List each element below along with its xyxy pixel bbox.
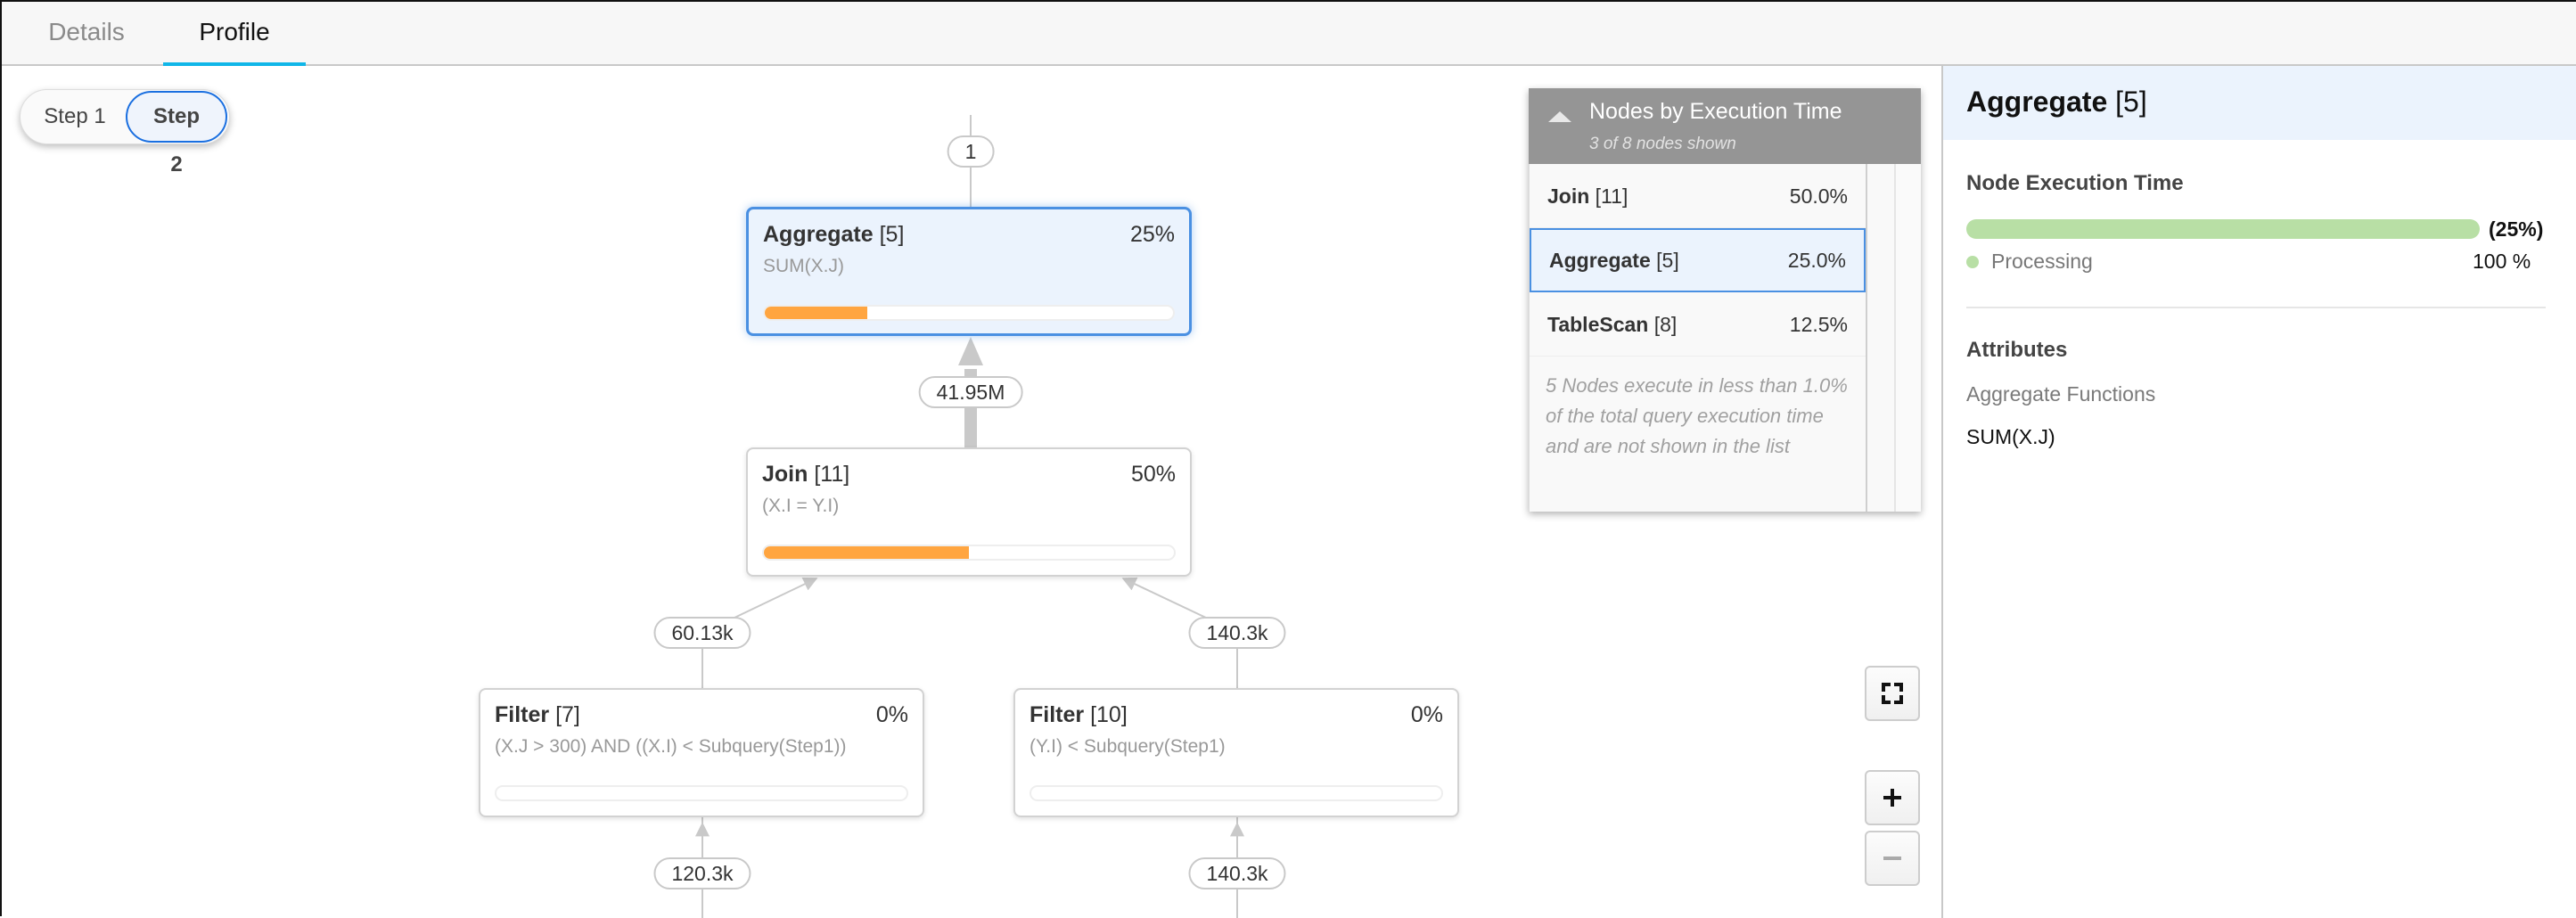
node-percent: 50% (1130, 462, 1176, 487)
node-title: Filter [10] (1030, 702, 1128, 727)
nodes-list-note: 5 Nodes execute in less than 1.0% of the… (1546, 374, 1848, 457)
zoom-in-button[interactable] (1865, 770, 1920, 825)
plan-node-aggregate[interactable]: Aggregate [5] 25% SUM(X.J) (746, 207, 1192, 336)
processing-value: 100 % (2473, 250, 2531, 273)
plan-node-filter-10[interactable]: Filter [10] 0% (Y.I) < Subquery(Step1) (1013, 688, 1459, 817)
nodes-list-item-name: TableScan [8] (1547, 313, 1678, 336)
nodes-list-item-percent: 25.0% (1787, 249, 1846, 272)
nodes-panel-subtitle: 3 of 8 nodes shown (1589, 135, 1736, 153)
node-progress-fill (764, 546, 969, 559)
node-title: Aggregate [5] (763, 222, 905, 247)
attribute-value: SUM(X.J) (1966, 425, 2055, 448)
plan-node-join[interactable]: Join [11] 50% (X.I = Y.I) (746, 447, 1192, 577)
nodes-list-item-name: Join [11] (1547, 184, 1628, 208)
query-plan-canvas[interactable]: Step 1 Step 2 1 41.95M 60.13k 140.3k 120… (2, 66, 1941, 918)
nodes-list-item-name: Aggregate [5] (1549, 249, 1679, 272)
node-progress-bar (1030, 785, 1443, 801)
node-percent: 0% (1410, 702, 1443, 727)
processing-label: Processing (1991, 250, 2093, 273)
edge-join-to-aggregate-arrowhead (958, 337, 983, 365)
node-execution-time-heading: Node Execution Time (1966, 171, 2184, 195)
attribute-label: Aggregate Functions (1966, 382, 2156, 406)
node-detail: (X.J > 300) AND ((X.I) < Subquery(Step1)… (495, 736, 847, 757)
edge-label-rows: 41.95M (918, 376, 1023, 408)
node-percent: 0% (875, 702, 908, 727)
node-detail: SUM(X.J) (763, 256, 844, 276)
details-title: Aggregate [5] (1966, 86, 2147, 118)
fit-to-screen-button[interactable] (1865, 666, 1920, 721)
nodes-list-item[interactable]: Aggregate [5] 25.0% (1530, 228, 1866, 292)
nodes-list-item[interactable]: Join [11] 50.0% (1530, 164, 1866, 228)
edge-filter10-to-join-diag (1121, 577, 1209, 619)
collapse-caret-icon[interactable] (1548, 111, 1571, 122)
nodes-list-item[interactable]: TableScan [8] 12.5% (1530, 292, 1866, 357)
details-header: Aggregate [5] (1943, 66, 2576, 140)
nodes-panel-title: Nodes by Execution Time (1589, 99, 1842, 124)
nodes-panel-header[interactable]: Nodes by Execution Time 3 of 8 nodes sho… (1529, 88, 1921, 164)
plan-node-filter-7[interactable]: Filter [7] 0% (X.J > 300) AND ((X.I) < S… (479, 688, 924, 817)
node-title: Join [11] (762, 462, 850, 487)
fit-to-screen-icon (1882, 683, 1903, 704)
edge-filter7-to-join-diag (732, 578, 818, 619)
divider (1966, 307, 2546, 308)
execution-time-bar (1966, 219, 2480, 239)
execution-time-percent: (25%) (2489, 217, 2544, 241)
edge-label-rows: 140.3k (1188, 617, 1286, 649)
edge-label-rows: 140.3k (1188, 857, 1286, 889)
tab-profile[interactable]: Profile (163, 2, 306, 68)
node-progress-fill (765, 307, 867, 319)
plus-icon (1883, 789, 1901, 807)
edge-label-rows: 1 (947, 135, 995, 168)
node-title: Filter [7] (495, 702, 580, 727)
nodes-list-item-percent: 12.5% (1789, 313, 1848, 336)
nodes-list: Join [11] 50.0% Aggregate [5] 25.0% Tabl… (1529, 164, 1867, 512)
edge-label-rows: 60.13k (653, 617, 751, 649)
zoom-out-button[interactable] (1865, 831, 1920, 886)
node-details-panel: Aggregate [5] Node Execution Time (25%) … (1941, 66, 2576, 918)
attributes-heading: Attributes (1966, 338, 2068, 362)
node-detail: (Y.I) < Subquery(Step1) (1030, 736, 1226, 757)
node-progress-bar (763, 305, 1175, 321)
nodes-by-execution-time-panel: Nodes by Execution Time 3 of 8 nodes sho… (1529, 88, 1921, 512)
tab-details[interactable]: Details (29, 2, 144, 66)
nodes-list-item-percent: 50.0% (1789, 184, 1848, 208)
processing-legend-dot (1966, 256, 1979, 268)
node-detail: (X.I = Y.I) (762, 496, 840, 516)
node-progress-bar (495, 785, 908, 801)
tab-bar: Details Profile (2, 2, 2576, 68)
minus-icon (1883, 857, 1901, 860)
edge-label-rows: 120.3k (653, 857, 751, 889)
node-progress-bar (762, 545, 1176, 561)
node-percent: 25% (1129, 222, 1175, 247)
nodes-panel-scrollbar[interactable] (1894, 164, 1921, 512)
